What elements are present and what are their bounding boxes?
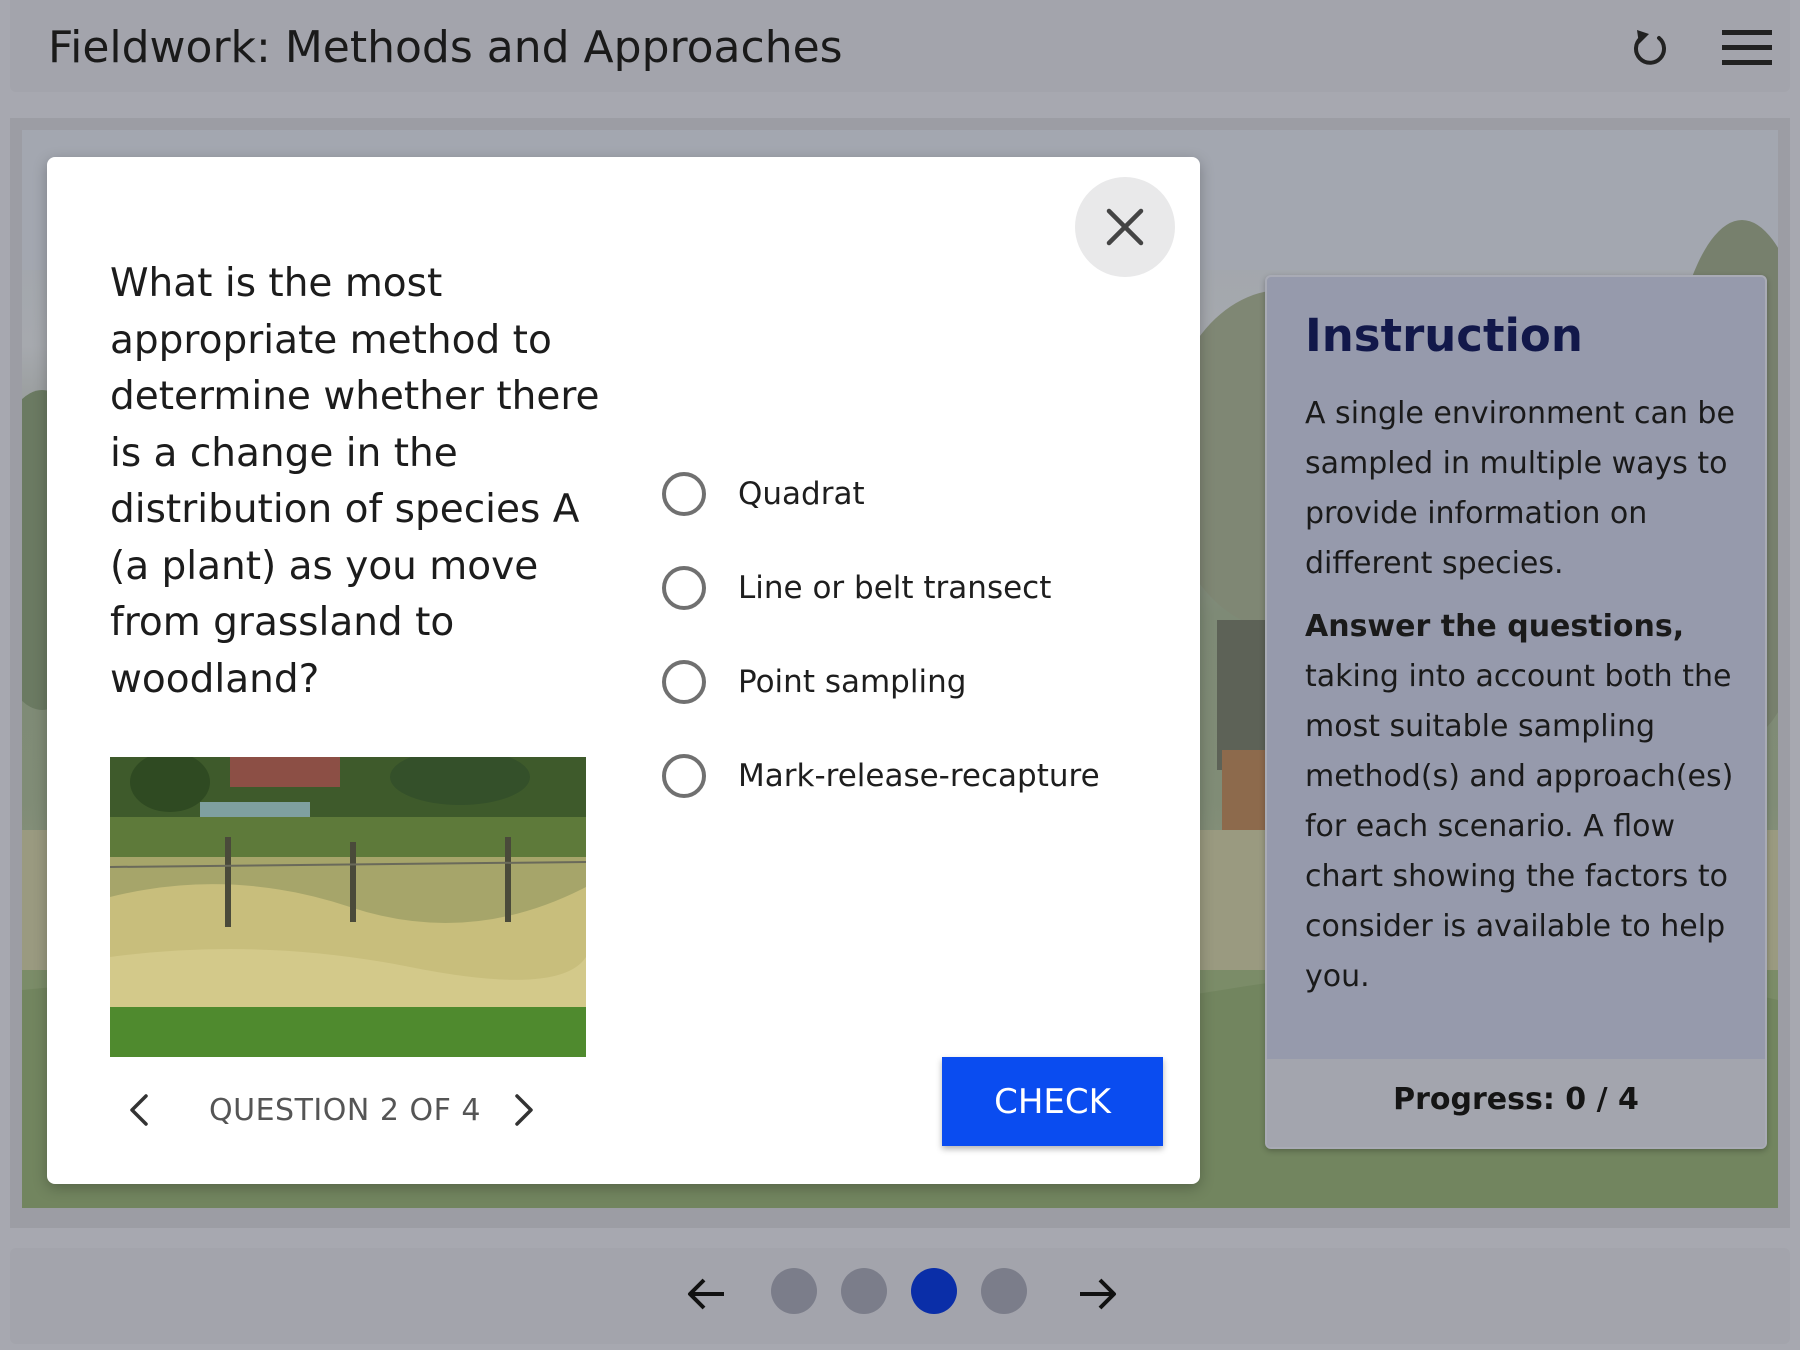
instruction-body: A single environment can be sampled in m…: [1305, 389, 1735, 1015]
option-quadrat[interactable]: Quadrat: [662, 467, 1162, 527]
next-page-button[interactable]: [1076, 1274, 1120, 1314]
previous-page-button[interactable]: [684, 1274, 728, 1314]
option-line-or-belt-transect[interactable]: Line or belt transect: [662, 561, 1162, 621]
option-label: Quadrat: [738, 476, 865, 512]
instruction-text: taking into account both the most suitab…: [1305, 659, 1734, 994]
check-button[interactable]: CHECK: [942, 1057, 1163, 1146]
hamburger-menu-icon[interactable]: [1722, 28, 1774, 68]
next-question-button[interactable]: [509, 1090, 539, 1130]
question-modal: What is the most appropriate method to d…: [47, 157, 1200, 1184]
radio-button[interactable]: [662, 472, 706, 516]
reset-icon[interactable]: [1625, 24, 1675, 74]
arrow-left-icon: [688, 1278, 724, 1310]
option-point-sampling[interactable]: Point sampling: [662, 655, 1162, 715]
option-mark-release-recapture[interactable]: Mark-release-recapture: [662, 749, 1162, 809]
page-title: Fieldwork: Methods and Approaches: [48, 22, 843, 73]
option-label: Point sampling: [738, 664, 967, 700]
instruction-title: Instruction: [1305, 309, 1583, 362]
instruction-emphasis: Answer the questions,: [1305, 609, 1685, 644]
previous-question-button[interactable]: [124, 1090, 154, 1130]
arrow-right-icon: [1080, 1278, 1116, 1310]
instruction-panel: Instruction A single environment can be …: [1265, 275, 1767, 1149]
page-dot-2[interactable]: [841, 1268, 887, 1314]
close-button[interactable]: [1075, 177, 1175, 277]
grassland-photo: [110, 757, 586, 1057]
page-dot-3-active[interactable]: [911, 1268, 957, 1314]
radio-button[interactable]: [662, 660, 706, 704]
app-header: Fieldwork: Methods and Approaches: [10, 0, 1790, 92]
question-text: What is the most appropriate method to d…: [110, 261, 600, 702]
option-label: Mark-release-recapture: [738, 758, 1100, 794]
chevron-left-icon: [130, 1094, 148, 1126]
page-navigation: [10, 1248, 1790, 1344]
instruction-paragraph: Answer the questions, taking into accoun…: [1305, 602, 1735, 1002]
radio-button[interactable]: [662, 754, 706, 798]
chevron-right-icon: [515, 1094, 533, 1126]
radio-button[interactable]: [662, 566, 706, 610]
page-dot-4[interactable]: [981, 1268, 1027, 1314]
page-dot-1[interactable]: [771, 1268, 817, 1314]
question-counter: QUESTION 2 OF 4: [209, 1093, 481, 1128]
progress-indicator: Progress: 0 / 4: [1267, 1059, 1765, 1147]
close-icon: [1106, 208, 1144, 246]
option-label: Line or belt transect: [738, 570, 1052, 606]
instruction-paragraph: A single environment can be sampled in m…: [1305, 396, 1735, 581]
